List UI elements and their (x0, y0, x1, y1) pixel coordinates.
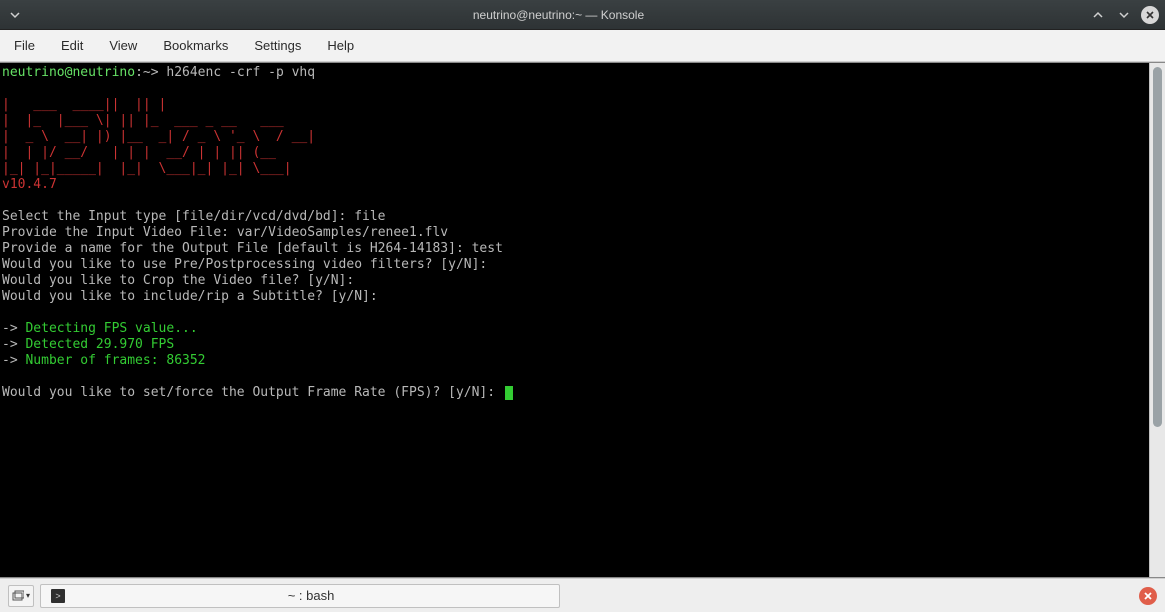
menu-help[interactable]: Help (325, 35, 356, 56)
terminal-icon: > (51, 589, 65, 603)
line-select-answer: file (354, 209, 385, 224)
konsole-window: neutrino@neutrino:~ — Konsole File Edit … (0, 0, 1165, 612)
terminal-area: neutrino@neutrino:~> h264enc -crf -p vhq… (0, 62, 1165, 578)
app-menu-icon[interactable] (6, 6, 24, 24)
new-tab-button[interactable]: ▾ (8, 585, 34, 607)
terminal[interactable]: neutrino@neutrino:~> h264enc -crf -p vhq… (0, 63, 1149, 577)
scrollbar-thumb[interactable] (1153, 67, 1162, 427)
menubar: File Edit View Bookmarks Settings Help (0, 30, 1165, 62)
line-output-answer: test (472, 241, 503, 256)
line-force-fps: Would you like to set/force the Output F… (2, 385, 503, 400)
maximize-button[interactable] (1115, 6, 1133, 24)
arrow-2: -> (2, 337, 25, 352)
line-subtitle: Would you like to include/rip a Subtitle… (2, 289, 378, 304)
close-tab-button[interactable] (1139, 587, 1157, 605)
titlebar[interactable]: neutrino@neutrino:~ — Konsole (0, 0, 1165, 30)
statusbar: ▾ > ~ : bash (0, 578, 1165, 612)
tab-bash[interactable]: > ~ : bash (40, 584, 560, 608)
scrollbar[interactable] (1149, 63, 1165, 577)
line-filters: Would you like to use Pre/Postprocessing… (2, 257, 487, 272)
menu-settings[interactable]: Settings (252, 35, 303, 56)
detected-fps: Detected 29.970 FPS (25, 337, 174, 352)
line-select-prompt: Select the Input type [file/dir/vcd/dvd/… (2, 209, 354, 224)
terminal-cursor (505, 386, 513, 400)
command-text: h264enc -crf -p vhq (166, 65, 315, 80)
prompt-path: :~> (135, 65, 166, 80)
menu-bookmarks[interactable]: Bookmarks (161, 35, 230, 56)
window-controls (1089, 6, 1159, 24)
line-input-prompt: Provide the Input Video File: (2, 225, 237, 240)
tab-label: ~ : bash (73, 588, 549, 603)
arrow-3: -> (2, 353, 25, 368)
prompt-user: neutrino@neutrino (2, 65, 135, 80)
new-tab-icon (12, 590, 24, 602)
menu-edit[interactable]: Edit (59, 35, 85, 56)
version-text: v10.4.7 (2, 177, 57, 192)
minimize-button[interactable] (1089, 6, 1107, 24)
arrow-1: -> (2, 321, 25, 336)
menu-file[interactable]: File (12, 35, 37, 56)
detecting-fps: Detecting FPS value... (25, 321, 197, 336)
chevron-down-icon: ▾ (26, 591, 30, 600)
line-input-answer: var/VideoSamples/renee1.flv (237, 225, 448, 240)
menu-view[interactable]: View (107, 35, 139, 56)
close-button[interactable] (1141, 6, 1159, 24)
window-title: neutrino@neutrino:~ — Konsole (28, 8, 1089, 22)
line-output-prompt: Provide a name for the Output File [defa… (2, 241, 472, 256)
num-frames: Number of frames: 86352 (25, 353, 205, 368)
line-crop: Would you like to Crop the Video file? [… (2, 273, 354, 288)
ascii-logo: | ___ ____|| || | | |_ |___ \| || |_ ___… (2, 97, 331, 176)
